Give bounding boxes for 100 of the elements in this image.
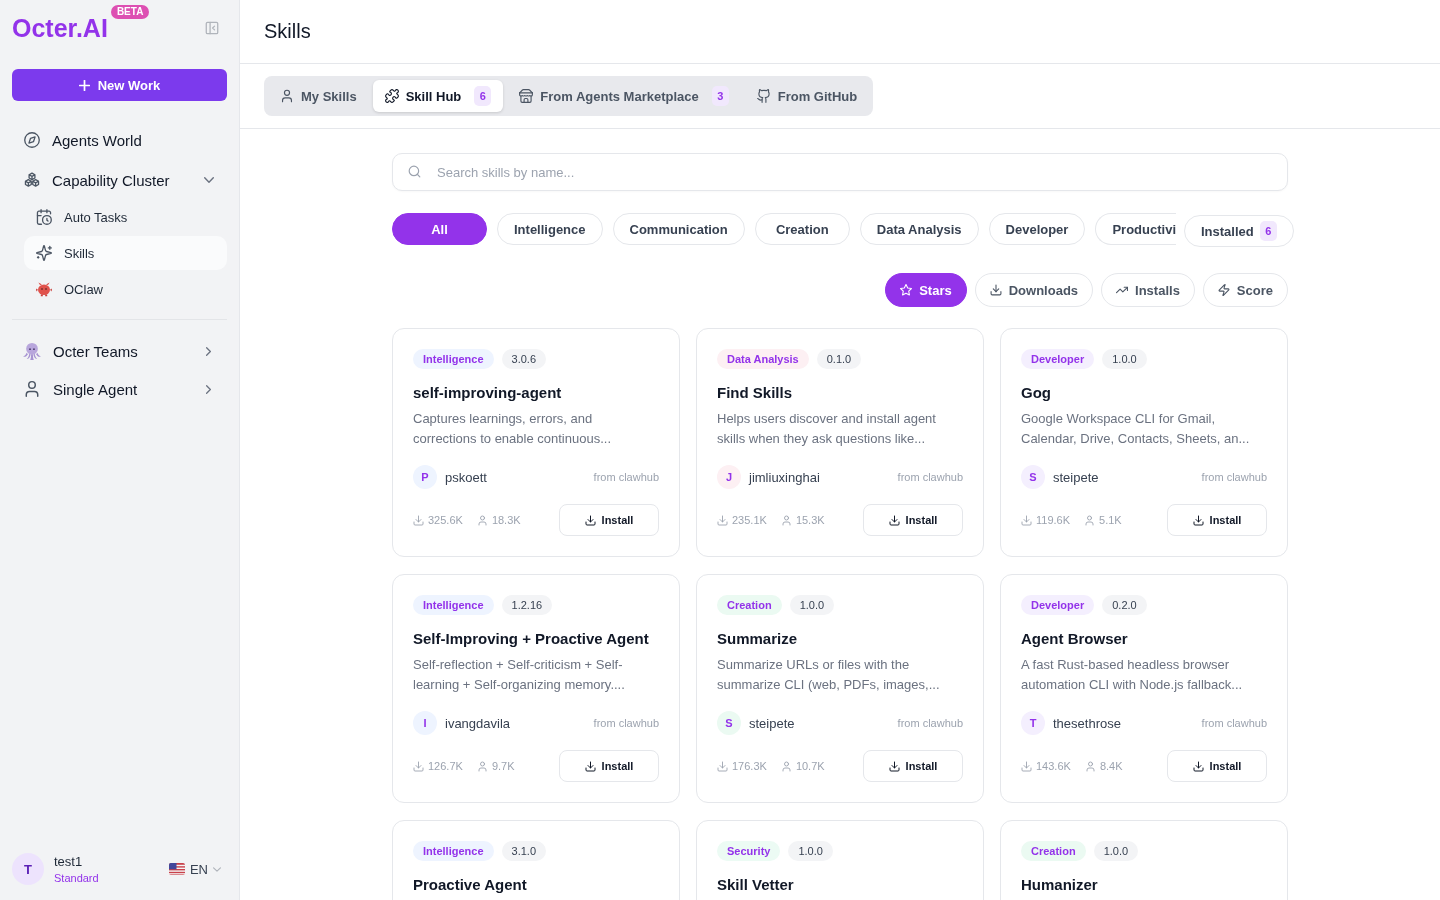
skill-description: A fast Rust-based headless browser automation CLI with Node.js fallback... [1021, 656, 1244, 694]
nav-item[interactable]: Capability Cluster [12, 160, 227, 200]
version-tag: 1.0.0 [1102, 349, 1147, 369]
version-tag: 1.2.16 [501, 595, 553, 615]
new-work-button[interactable]: New Work [12, 69, 227, 101]
download-icon [413, 760, 424, 772]
user-icon [780, 760, 792, 772]
plus-icon [78, 79, 90, 91]
install-button[interactable]: Install [863, 504, 963, 536]
download-icon [1021, 760, 1032, 772]
github-icon [756, 89, 771, 103]
category-tag: Creation [717, 595, 782, 615]
sort-button[interactable]: Installs [1101, 273, 1195, 307]
nav-item[interactable]: Single Agent [12, 370, 227, 408]
author-name: thesethrose [1053, 715, 1121, 731]
nav-subitem[interactable]: Auto Tasks [24, 200, 227, 234]
install-button[interactable]: Install [559, 504, 659, 536]
skill-description: Google Workspace CLI for Gmail, Calendar, Drive, Contacts, Sheets, an... [1021, 410, 1251, 448]
author-avatar: P [413, 465, 437, 489]
download-count: 143.6K [1036, 760, 1071, 772]
sort-button[interactable]: Stars [885, 273, 967, 307]
install-button[interactable]: Install [1167, 750, 1267, 782]
tab[interactable]: My Skills [268, 80, 369, 112]
author-avatar: S [717, 711, 741, 735]
version-tag: 1.0.0 [1093, 841, 1139, 861]
category-tag: Developer [1021, 595, 1095, 615]
author-avatar: I [413, 711, 437, 735]
category-tag: Intelligence [413, 595, 494, 615]
author-avatar: S [1021, 465, 1045, 489]
category-chip[interactable]: Productivi [1095, 213, 1176, 245]
download-icon [989, 284, 1002, 296]
download-icon [1192, 514, 1204, 526]
category-chip[interactable]: Creation [754, 213, 850, 245]
author-name: steipete [1053, 469, 1099, 485]
installed-filter[interactable]: Installed 6 [1184, 215, 1294, 247]
download-icon [584, 514, 596, 526]
author-name: steipete [749, 715, 795, 731]
skill-title: Find Skills [717, 383, 793, 403]
sort-button[interactable]: Score [1202, 273, 1288, 307]
star-icon [900, 284, 913, 296]
skill-description: Helps users discover and install agent skills when they ask questions like... [717, 410, 937, 448]
user-name: test1 [54, 854, 83, 869]
nav-item[interactable]: Octer Teams [12, 332, 227, 370]
flag-icon [168, 863, 185, 875]
user-count: 9.7K [491, 760, 515, 772]
category-chip[interactable]: Data Analysis [859, 213, 979, 245]
category-chip[interactable]: All [392, 213, 487, 245]
sort-button[interactable]: Downloads [974, 273, 1094, 307]
nav-item[interactable]: Agents World [12, 120, 227, 160]
download-icon [888, 514, 900, 526]
user-plan: Standard [54, 872, 99, 884]
category-chip[interactable]: Communication [612, 213, 745, 245]
language-selector[interactable]: EN [168, 861, 227, 877]
download-icon [1021, 514, 1032, 526]
sidebar-toggle-icon[interactable] [205, 21, 219, 35]
skill-title: self-improving-agent [413, 383, 563, 403]
category-chip[interactable]: Intelligence [497, 213, 603, 245]
skill-description: Self-reflection + Self-criticism + Self-learning + Self-organizing memory.... [413, 656, 626, 694]
puzzle-icon [384, 89, 399, 103]
nav-subitem[interactable]: OClaw [24, 272, 227, 306]
user-icon [476, 760, 488, 772]
source-label: from clawhub [897, 471, 963, 483]
install-button[interactable]: Install [559, 750, 659, 782]
download-icon [717, 760, 728, 772]
skill-title: Humanizer [1021, 875, 1099, 895]
mascot-icon [36, 281, 52, 297]
user-count: 10.7K [795, 760, 825, 772]
download-count: 176.3K [732, 760, 767, 772]
user-count: 5.1K [1099, 514, 1122, 526]
author-name: jimliuxinghai [749, 469, 820, 485]
tab[interactable]: From GitHub [744, 80, 870, 112]
download-count: 325.6K [428, 514, 463, 526]
user-icon [780, 514, 792, 526]
install-button[interactable]: Install [1167, 504, 1267, 536]
skill-description: Summarize URLs or files with the summarize CLI (web, PDFs, images,... [717, 656, 941, 694]
page-title: Skills [264, 20, 311, 43]
version-tag: 1.0.0 [789, 595, 835, 615]
category-tag: Creation [1021, 841, 1086, 861]
install-button[interactable]: Install [863, 750, 963, 782]
compass-icon [24, 132, 40, 148]
search-field[interactable]: Search skills by name... [392, 153, 1288, 191]
category-chip[interactable]: Developer [988, 213, 1086, 245]
skill-title: Summarize [717, 629, 799, 649]
chevron-down-icon [213, 866, 221, 872]
category-tag: Security [717, 841, 781, 861]
author-name: ivangdavila [445, 715, 511, 731]
user-icon [23, 380, 41, 398]
download-count: 235.1K [732, 514, 767, 526]
user-count: 15.3K [795, 514, 825, 526]
download-icon [1192, 760, 1204, 772]
tab[interactable]: From Agents Marketplace 3 [507, 80, 741, 112]
version-tag: 1.0.0 [788, 841, 833, 861]
sparkles-icon [36, 245, 52, 261]
source-label: from clawhub [897, 717, 963, 729]
tab[interactable]: Skill Hub 6 [372, 80, 504, 112]
store-icon [519, 89, 534, 103]
count-badge: 6 [474, 86, 492, 106]
source-label: from clawhub [593, 471, 659, 483]
user-count: 8.4K [1099, 760, 1123, 772]
nav-subitem[interactable]: Skills [24, 236, 227, 270]
